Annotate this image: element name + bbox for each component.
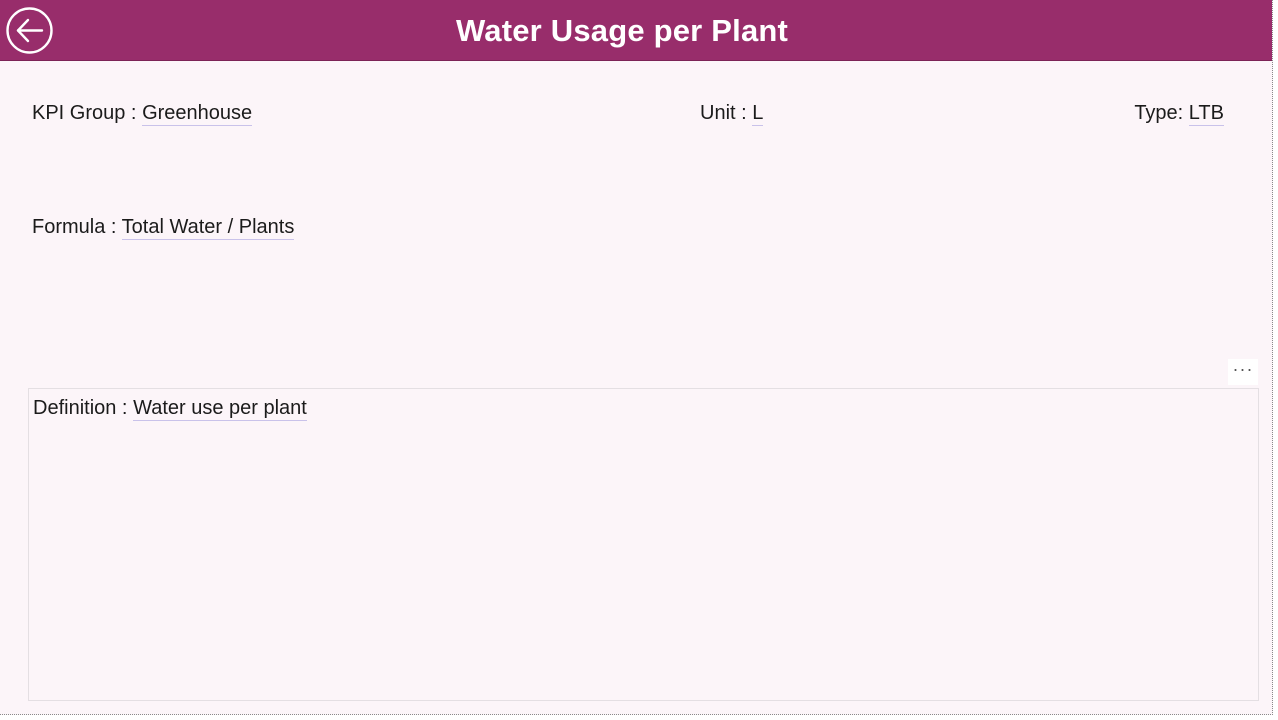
page-title: Water Usage per Plant (455, 13, 789, 48)
unit-field: Unit : L (700, 102, 764, 126)
unit-value: L (752, 102, 764, 126)
formula-field: Formula : Total Water / Plants (32, 216, 295, 240)
more-options-button[interactable]: ··· (1228, 359, 1258, 385)
type-label: Type: (1134, 102, 1189, 124)
arrow-left-circle-icon (6, 7, 53, 54)
definition-field: Definition : Water use per plant (33, 397, 307, 421)
kpi-group-field: KPI Group : Greenhouse (32, 102, 253, 126)
more-options-icon: ··· (1232, 359, 1254, 379)
page-header: Water Usage per Plant (0, 0, 1272, 61)
kpi-detail-page: Water Usage per Plant KPI Group : Greenh… (0, 0, 1273, 715)
kpi-group-value: Greenhouse (142, 102, 253, 126)
unit-label: Unit : (700, 102, 753, 124)
definition-value: Water use per plant (133, 397, 307, 421)
type-value: LTB (1188, 102, 1224, 126)
formula-value: Total Water / Plants (121, 216, 295, 240)
back-button[interactable] (6, 7, 53, 54)
type-field: Type: LTB (1134, 102, 1224, 126)
definition-label: Definition : (33, 397, 134, 419)
kpi-group-label: KPI Group : (32, 102, 143, 124)
definition-box: Definition : Water use per plant (28, 388, 1259, 701)
formula-label: Formula : (32, 216, 122, 238)
